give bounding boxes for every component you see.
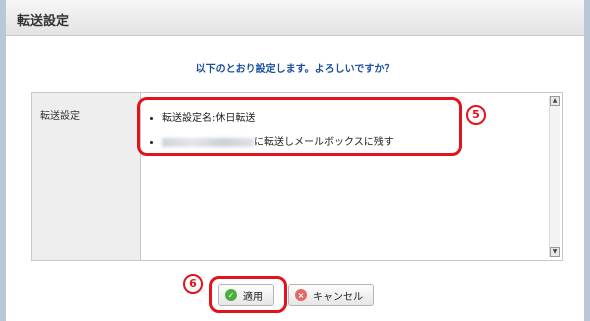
- check-icon: ✓: [225, 289, 237, 301]
- cancel-button[interactable]: × キャンセル: [288, 284, 374, 306]
- cancel-button-label: キャンセル: [313, 291, 363, 303]
- apply-button[interactable]: ✓ 適用: [218, 284, 274, 306]
- settings-label-cell: 転送設定: [32, 93, 141, 260]
- confirmation-message: 以下のとおり設定します。よろしいですか？: [195, 64, 395, 75]
- dialog-title-bar: 転送設定: [6, 0, 584, 36]
- annotation-badge-6: 6: [183, 274, 203, 294]
- dialog-title: 転送設定: [17, 14, 70, 29]
- cancel-x-icon: ×: [295, 289, 307, 301]
- window-frame-right: [584, 0, 590, 321]
- apply-button-label: 適用: [243, 291, 263, 303]
- annotation-highlight-settings: [137, 97, 462, 156]
- annotation-badge-5: 5: [466, 105, 486, 125]
- scroll-up-arrow-icon[interactable]: ▲: [550, 96, 560, 106]
- window-frame-left: [0, 0, 6, 321]
- settings-label: 転送設定: [40, 111, 80, 122]
- settings-scrollbar[interactable]: ▲ ▼: [549, 96, 560, 257]
- scroll-down-arrow-icon[interactable]: ▼: [550, 247, 560, 257]
